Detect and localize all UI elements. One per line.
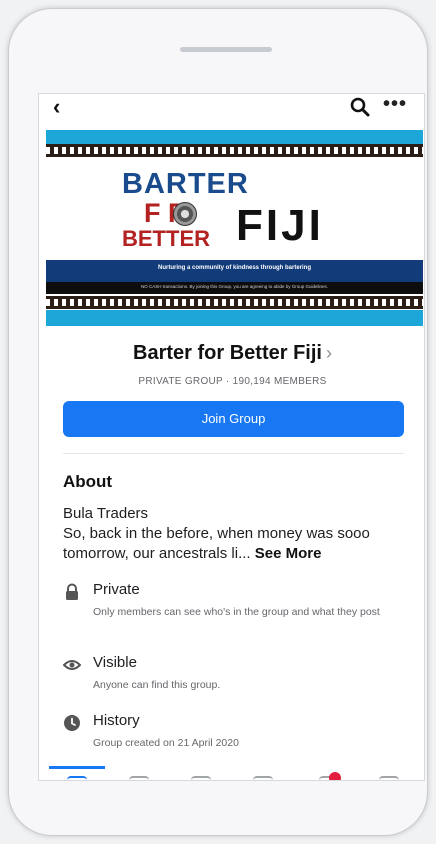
about-description: Bula Traders So, back in the before, whe…: [63, 504, 408, 564]
banner-title-fiji: FIJI: [236, 201, 324, 250]
search-icon[interactable]: [349, 96, 371, 118]
bottom-tab-bar: [39, 764, 424, 780]
banner-pattern-bottom: [46, 296, 423, 309]
about-body: So, back in the before, when money was s…: [63, 525, 370, 562]
banner-bottom-stripe: [46, 310, 423, 326]
see-more-link[interactable]: See More: [255, 545, 322, 562]
divider: [63, 453, 404, 454]
tab-watch-icon[interactable]: [129, 776, 149, 780]
group-title[interactable]: Barter for Better Fiji ›: [39, 342, 424, 365]
banner-top-stripe: [46, 130, 423, 144]
tab-home-icon[interactable]: [67, 776, 87, 780]
more-options-icon[interactable]: •••: [383, 94, 407, 114]
eye-icon: [63, 660, 81, 670]
join-group-button[interactable]: Join Group: [63, 401, 404, 437]
banner-tagline: Nurturing a community of kindness throug…: [157, 265, 311, 271]
banner-disclaimer: NO CASH transactions. By joining this Gr…: [140, 284, 329, 289]
clock-icon: [64, 715, 80, 731]
tab-marketplace-icon[interactable]: [253, 776, 273, 780]
info-title-visible: Visible: [93, 654, 137, 671]
notification-badge: [329, 772, 341, 780]
group-meta: PRIVATE GROUP · 190,194 MEMBERS: [138, 376, 327, 387]
banner-navy-band: [46, 260, 423, 282]
about-heading: About: [63, 472, 113, 491]
banner-medallion: [173, 202, 197, 226]
group-cover-banner: BARTER F R BETTER FIJI Nurturing a commu…: [46, 130, 423, 326]
lock-icon: [66, 583, 78, 600]
app-screen: ‹ ••• BARTER F R BETTER FIJI Nurturing a…: [38, 93, 425, 781]
phone-frame: ‹ ••• BARTER F R BETTER FIJI Nurturing a…: [8, 8, 428, 836]
info-desc-history: Group created on 21 April 2020: [93, 737, 239, 749]
banner-title-better: BETTER: [122, 226, 210, 251]
back-icon[interactable]: ‹: [53, 96, 60, 118]
info-title-history: History: [93, 712, 140, 729]
tab-active-indicator: [49, 766, 105, 769]
phone-speaker: [180, 47, 272, 52]
chevron-right-icon: ›: [325, 343, 332, 363]
tab-menu-icon[interactable]: [379, 776, 399, 780]
info-desc-private: Only members can see who's in the group …: [93, 606, 380, 618]
group-name-text: Barter for Better Fiji: [133, 342, 322, 364]
top-bar: ‹ •••: [39, 94, 424, 128]
info-desc-visible: Anyone can find this group.: [93, 679, 221, 691]
info-title-private: Private: [93, 581, 140, 598]
banner-title-barter: BARTER: [122, 168, 249, 200]
about-line1: Bula Traders: [63, 505, 149, 522]
banner-pattern-top: [46, 144, 423, 157]
tab-groups-icon[interactable]: [191, 776, 211, 780]
